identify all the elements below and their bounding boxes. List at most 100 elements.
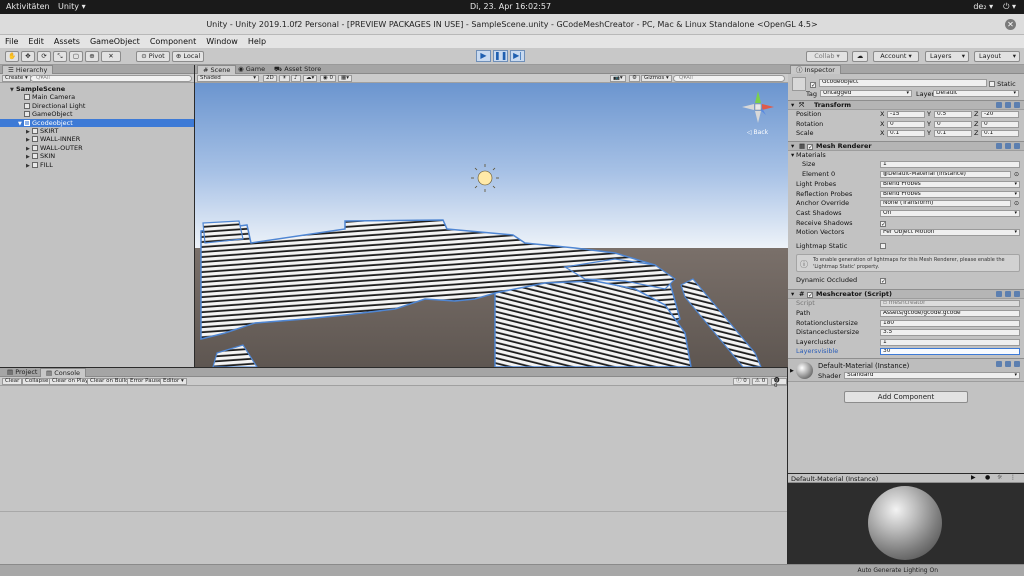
error-pause-button[interactable]: Error Pause (127, 378, 165, 385)
transform-y-field[interactable]: 0 (934, 120, 972, 128)
warning-count-toggle[interactable]: ⚠ 0 (752, 378, 769, 385)
effects-toggle-icon[interactable]: ☁▾ (303, 75, 318, 82)
prop-field[interactable]: None (Transform) (880, 200, 1011, 208)
chevron-right-icon[interactable]: ▶ (790, 368, 794, 374)
help-icon[interactable] (996, 291, 1002, 297)
transform-z-field[interactable]: 0 (981, 120, 1019, 128)
lightmap-static-checkbox[interactable] (880, 242, 886, 251)
pivot-toggle-button[interactable]: ⊙ Pivot (136, 51, 170, 62)
help-icon[interactable] (996, 102, 1002, 108)
2d-toggle-button[interactable]: 2D (263, 75, 277, 82)
layout-dropdown[interactable]: Layout ▾ (974, 51, 1020, 62)
mesh-renderer-header[interactable]: ▾ ▦ ✓ Mesh Renderer (788, 141, 1024, 151)
clear-on-play-button[interactable]: Clear on Play (49, 378, 92, 385)
gear-icon[interactable] (1014, 361, 1020, 367)
account-button[interactable]: Account ▾ (873, 51, 919, 62)
collapse-button[interactable]: Collapse (22, 378, 52, 385)
meshcreator-field-input[interactable]: 30 (880, 348, 1020, 356)
component-menu-icons[interactable] (996, 102, 1020, 108)
menu-window[interactable]: Window (206, 35, 238, 48)
layer-dropdown[interactable]: Default (933, 90, 1019, 97)
hierarchy-item[interactable]: GameObject (0, 110, 194, 118)
error-count-toggle[interactable]: ⓿ 0 (771, 378, 787, 389)
preset-icon[interactable] (1005, 291, 1011, 297)
console-divider[interactable] (0, 511, 787, 512)
hierarchy-item[interactable]: Main Camera (0, 93, 194, 101)
transform-x-field[interactable]: 0 (887, 120, 925, 128)
scene-search-input[interactable]: Q▾All (673, 75, 785, 82)
hierarchy-item[interactable]: ▶ SKIN (0, 152, 194, 160)
rotate-tool-icon[interactable]: ⟳ (37, 51, 51, 62)
object-picker-icon[interactable]: ⊙ (1014, 170, 1019, 179)
meshcreator-field-input[interactable]: 3.5 (880, 329, 1020, 337)
audio-toggle-icon[interactable]: ♪ (291, 75, 301, 82)
prop-field[interactable]: On (880, 209, 1020, 217)
object-name-field[interactable]: Gcodeobject (819, 79, 987, 87)
gear-icon[interactable] (1014, 291, 1020, 297)
hidden-objects-icon[interactable]: ◉ 0 (320, 75, 337, 82)
tab-hierarchy[interactable]: ☰ Hierarchy (2, 65, 54, 74)
transform-x-field[interactable]: -15 (887, 111, 925, 118)
component-menu-icons[interactable] (996, 143, 1020, 149)
transform-z-field[interactable]: -20 (981, 111, 1019, 118)
preset-icon[interactable] (1005, 361, 1011, 367)
play-preview-icon[interactable]: ▶ (971, 474, 976, 481)
layers-dropdown[interactable]: Layers ▾ (925, 51, 969, 62)
hierarchy-item[interactable]: ▶ SKIRT (0, 127, 194, 135)
editor-dropdown[interactable]: Editor ▾ (160, 378, 187, 385)
hierarchy-item[interactable]: ▼ Gcodeobject (0, 118, 194, 127)
custom-tool-icon[interactable]: ✕ (101, 51, 121, 62)
hierarchy-item[interactable]: ▼ SampleScene (0, 85, 194, 93)
meshcreator-field-input[interactable]: 1 (880, 338, 1020, 346)
transform-x-field[interactable]: 0.1 (887, 130, 925, 137)
scale-tool-icon[interactable]: ⤡ (53, 51, 67, 62)
scene-settings-icon[interactable]: ⚙ (629, 75, 640, 82)
grid-toggle-icon[interactable]: ▦▾ (338, 75, 352, 82)
help-icon[interactable] (996, 361, 1002, 367)
tab-asset-store[interactable]: ⛟ Asset Store (269, 65, 326, 74)
hierarchy-item[interactable]: ▶ WALL-OUTER (0, 144, 194, 152)
materials-size-field[interactable]: 1 (880, 161, 1020, 168)
shading-mode-dropdown[interactable]: Shaded ▾ (197, 75, 259, 82)
transform-header[interactable]: ▾ ⤧ Transform (788, 100, 1024, 110)
gear-icon[interactable] (1014, 143, 1020, 149)
prop-field[interactable]: Blend Probes (880, 190, 1020, 198)
meshcreator-field-input[interactable]: 180 (880, 319, 1020, 327)
transform-z-field[interactable]: 0.1 (981, 130, 1019, 137)
shader-dropdown[interactable]: Standard (844, 372, 1020, 379)
move-tool-icon[interactable]: ✥ (21, 51, 35, 62)
clear-on-build-button[interactable]: Clear on Build (87, 378, 132, 385)
keyboard-layout-indicator[interactable]: de₂ ▾ (973, 2, 993, 12)
menu-file[interactable]: File (5, 35, 18, 48)
tab-game[interactable]: ◉ Game (233, 65, 270, 74)
materials-foldout[interactable]: ▾ Materials (788, 151, 1024, 160)
camera-settings-icon[interactable]: 📷▾ (610, 75, 626, 82)
preset-icon[interactable] (1005, 143, 1011, 149)
play-icon[interactable]: ▶ (476, 50, 491, 62)
gizmos-dropdown[interactable]: Gizmos ▾ (641, 75, 672, 82)
tab-inspector[interactable]: ⓘ Inspector (790, 65, 841, 74)
motion-vectors-dropdown[interactable]: Per Object Motion (880, 229, 1020, 236)
hierarchy-item[interactable]: Directional Light (0, 102, 194, 110)
light-preview-icon[interactable]: ☼ (997, 474, 1002, 481)
component-menu-icons[interactable] (996, 291, 1020, 297)
help-icon[interactable] (996, 143, 1002, 149)
menu-edit[interactable]: Edit (28, 35, 44, 48)
sphere-preview-icon[interactable]: ● (985, 474, 990, 481)
hierarchy-search-input[interactable]: Q▾All (30, 75, 192, 82)
power-menu[interactable]: ⏻ ▾ (1003, 2, 1016, 12)
cloud-icon[interactable]: ☁ (852, 51, 868, 62)
transform-y-field[interactable]: 0.5 (934, 111, 972, 118)
collab-button[interactable]: Collab ▾ (806, 51, 848, 62)
system-clock[interactable]: Di, 23. Apr 16:02:57 (470, 2, 551, 11)
add-component-button[interactable]: Add Component (844, 391, 968, 403)
element0-field[interactable]: ◍Default-Material (Instance) (880, 171, 1011, 178)
pause-icon[interactable]: ❚❚ (493, 50, 508, 62)
hand-tool-icon[interactable]: ✋ (5, 51, 19, 62)
hierarchy-item[interactable]: ▶ WALL-INNER (0, 135, 194, 143)
material-menu-icons[interactable] (996, 361, 1020, 367)
activities-button[interactable]: Aktivitäten (6, 2, 50, 11)
step-icon[interactable]: ▶| (510, 50, 525, 62)
scene-viewport[interactable]: ◁ Back (195, 83, 788, 367)
static-toggle[interactable]: Static (989, 80, 1016, 88)
